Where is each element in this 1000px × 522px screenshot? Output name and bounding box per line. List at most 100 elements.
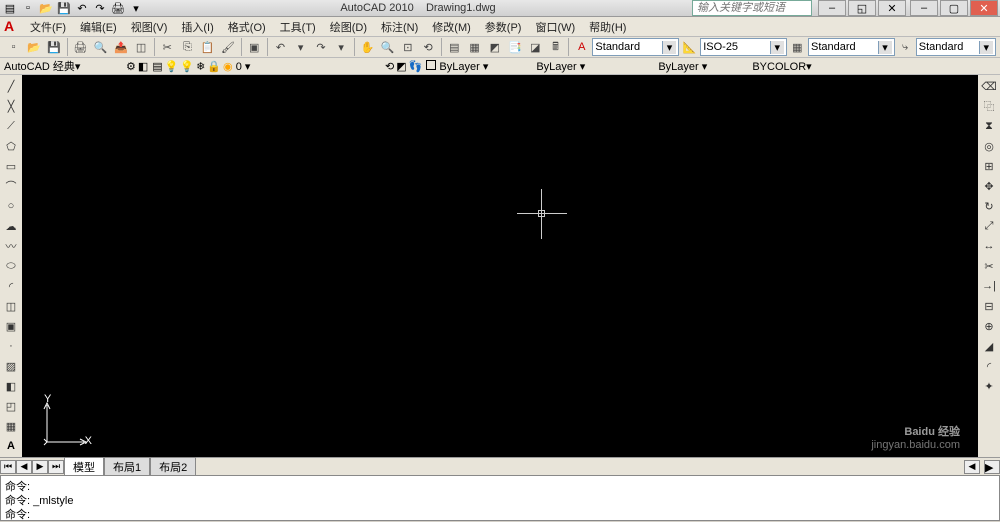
point-icon[interactable]: · — [2, 337, 20, 355]
gradient-icon[interactable]: ◧ — [2, 377, 20, 395]
dropdown-icon[interactable]: ▾ — [770, 41, 784, 54]
redo-dropdown-icon[interactable]: ▾ — [332, 37, 351, 57]
insert-block-icon[interactable]: ◫ — [2, 297, 20, 315]
menu-modify[interactable]: 修改(M) — [426, 17, 477, 37]
rectangle-icon[interactable]: ▭ — [2, 157, 20, 175]
layer-match-icon[interactable]: ◩ — [396, 60, 406, 73]
stretch-icon[interactable]: ↔ — [980, 237, 998, 255]
menu-help[interactable]: 帮助(H) — [583, 17, 632, 37]
drawing-viewport[interactable]: Y X Baidu 经验 jingyan.baidu.com — [22, 75, 978, 457]
textstyle-icon[interactable]: A — [572, 37, 591, 57]
menu-tools[interactable]: 工具(T) — [274, 17, 322, 37]
3ddwf-icon[interactable]: ◫ — [131, 37, 150, 57]
help-search-input[interactable] — [692, 0, 812, 16]
fillet-icon[interactable]: ◜ — [980, 357, 998, 375]
copy-obj-icon[interactable]: ⿻ — [980, 97, 998, 115]
menu-edit[interactable]: 编辑(E) — [74, 17, 123, 37]
mtext-icon[interactable]: A — [2, 437, 20, 455]
layer-walk-icon[interactable]: 👣 — [409, 60, 423, 73]
dropdown-icon[interactable]: ▾ — [580, 61, 586, 73]
app-close-button[interactable]: ✕ — [970, 0, 998, 16]
layer-combo[interactable]: ◉ 0 ▾ — [223, 60, 383, 73]
ellipse-icon[interactable]: ⬭ — [2, 257, 20, 275]
doc-close-button[interactable]: ✕ — [878, 0, 906, 16]
mirror-icon[interactable]: ⧗ — [980, 117, 998, 135]
print-icon[interactable]: 🖨 — [110, 0, 126, 16]
save-icon[interactable]: 💾 — [45, 37, 64, 57]
open-icon[interactable]: 📂 — [24, 37, 43, 57]
table-icon[interactable]: ▦ — [2, 417, 20, 435]
tab-prev-icon[interactable]: ◀ — [16, 460, 32, 474]
workspace-combo[interactable]: AutoCAD 经典▾ — [4, 58, 124, 74]
region-icon[interactable]: ◰ — [2, 397, 20, 415]
text-style-combo[interactable]: Standard▾ — [592, 38, 679, 56]
make-block-icon[interactable]: ▣ — [2, 317, 20, 335]
markup-icon[interactable]: ◪ — [526, 37, 545, 57]
chamfer-icon[interactable]: ◢ — [980, 337, 998, 355]
plotstyle-combo[interactable]: BYCOLOR▾ — [752, 60, 842, 73]
zoom-realtime-icon[interactable]: 🔍 — [378, 37, 397, 57]
dropdown-icon[interactable]: ▾ — [662, 41, 676, 54]
app-maximize-button[interactable]: ▢ — [940, 0, 968, 16]
zoom-window-icon[interactable]: ⊡ — [398, 37, 417, 57]
blockeditor-icon[interactable]: ▣ — [245, 37, 264, 57]
toolpalettes-icon[interactable]: ◩ — [485, 37, 504, 57]
autocad-logo-icon[interactable]: A — [4, 18, 22, 36]
tab-last-icon[interactable]: ⏭ — [48, 460, 64, 474]
break-icon[interactable]: ⊟ — [980, 297, 998, 315]
app-minimize-button[interactable]: – — [910, 0, 938, 16]
doc-minimize-button[interactable]: – — [818, 0, 846, 16]
menu-window[interactable]: 窗口(W) — [529, 17, 581, 37]
qat-dropdown-icon[interactable]: ▾ — [128, 0, 144, 16]
undo-dropdown-icon[interactable]: ▾ — [291, 37, 310, 57]
app-menu-icon[interactable]: ▤ — [2, 0, 18, 16]
menu-draw[interactable]: 绘图(D) — [324, 17, 373, 37]
dimstyle-icon[interactable]: 📐 — [680, 37, 699, 57]
save-icon[interactable]: 💾 — [56, 0, 72, 16]
pan-icon[interactable]: ✋ — [358, 37, 377, 57]
matchprop-icon[interactable]: 🖌 — [218, 37, 237, 57]
menu-parametric[interactable]: 参数(P) — [479, 17, 528, 37]
move-icon[interactable]: ✥ — [980, 177, 998, 195]
dropdown-icon[interactable]: ▾ — [483, 61, 489, 73]
dropdown-icon[interactable]: ▾ — [702, 61, 708, 73]
tab-layout1[interactable]: 布局1 — [104, 457, 150, 477]
hscroll-left-icon[interactable]: ◀ — [964, 460, 980, 474]
offset-icon[interactable]: ◎ — [980, 137, 998, 155]
open-icon[interactable]: 📂 — [38, 0, 54, 16]
quickcalc-icon[interactable]: 🖩 — [546, 37, 565, 57]
arc-icon[interactable]: ⌒ — [2, 177, 20, 195]
rotate-icon[interactable]: ↻ — [980, 197, 998, 215]
new-icon[interactable]: ▫ — [20, 0, 36, 16]
doc-restore-button[interactable]: ◱ — [848, 0, 876, 16]
publish-icon[interactable]: 📤 — [111, 37, 130, 57]
menu-format[interactable]: 格式(O) — [222, 17, 272, 37]
erase-icon[interactable]: ⌫ — [980, 77, 998, 95]
color-combo[interactable]: ByLayer ▾ — [426, 60, 526, 73]
dropdown-icon[interactable]: ▾ — [806, 61, 812, 73]
layer-properties-icon[interactable]: ▤ — [152, 60, 162, 73]
plot-preview-icon[interactable]: 🔍 — [91, 37, 110, 57]
tab-model[interactable]: 模型 — [64, 457, 104, 477]
line-icon[interactable]: ╱ — [2, 77, 20, 95]
tablestyle-icon[interactable]: ▦ — [788, 37, 807, 57]
copy-icon[interactable]: ⎘ — [178, 37, 197, 57]
polyline-icon[interactable]: ⟋ — [2, 117, 20, 135]
layer-states-icon[interactable]: 💡 — [165, 60, 179, 73]
plot-icon[interactable]: 🖨 — [71, 37, 90, 57]
layer-isolate-icon[interactable]: 💡 — [180, 60, 194, 73]
circle-icon[interactable]: ○ — [2, 197, 20, 215]
properties-icon[interactable]: ▤ — [445, 37, 464, 57]
scale-icon[interactable]: ⤢ — [980, 217, 998, 235]
undo-icon[interactable]: ↶ — [74, 0, 90, 16]
extend-icon[interactable]: →| — [980, 277, 998, 295]
layer-lock-icon[interactable]: 🔒 — [207, 60, 221, 73]
dropdown-icon[interactable]: ▾ — [979, 41, 993, 54]
array-icon[interactable]: ⊞ — [980, 157, 998, 175]
zoom-previous-icon[interactable]: ⟲ — [419, 37, 438, 57]
xline-icon[interactable]: ╳ — [2, 97, 20, 115]
dropdown-icon[interactable]: ▾ — [75, 61, 81, 73]
tab-layout2[interactable]: 布局2 — [150, 457, 196, 477]
paste-icon[interactable]: 📋 — [198, 37, 217, 57]
dropdown-icon[interactable]: ▾ — [245, 61, 251, 73]
